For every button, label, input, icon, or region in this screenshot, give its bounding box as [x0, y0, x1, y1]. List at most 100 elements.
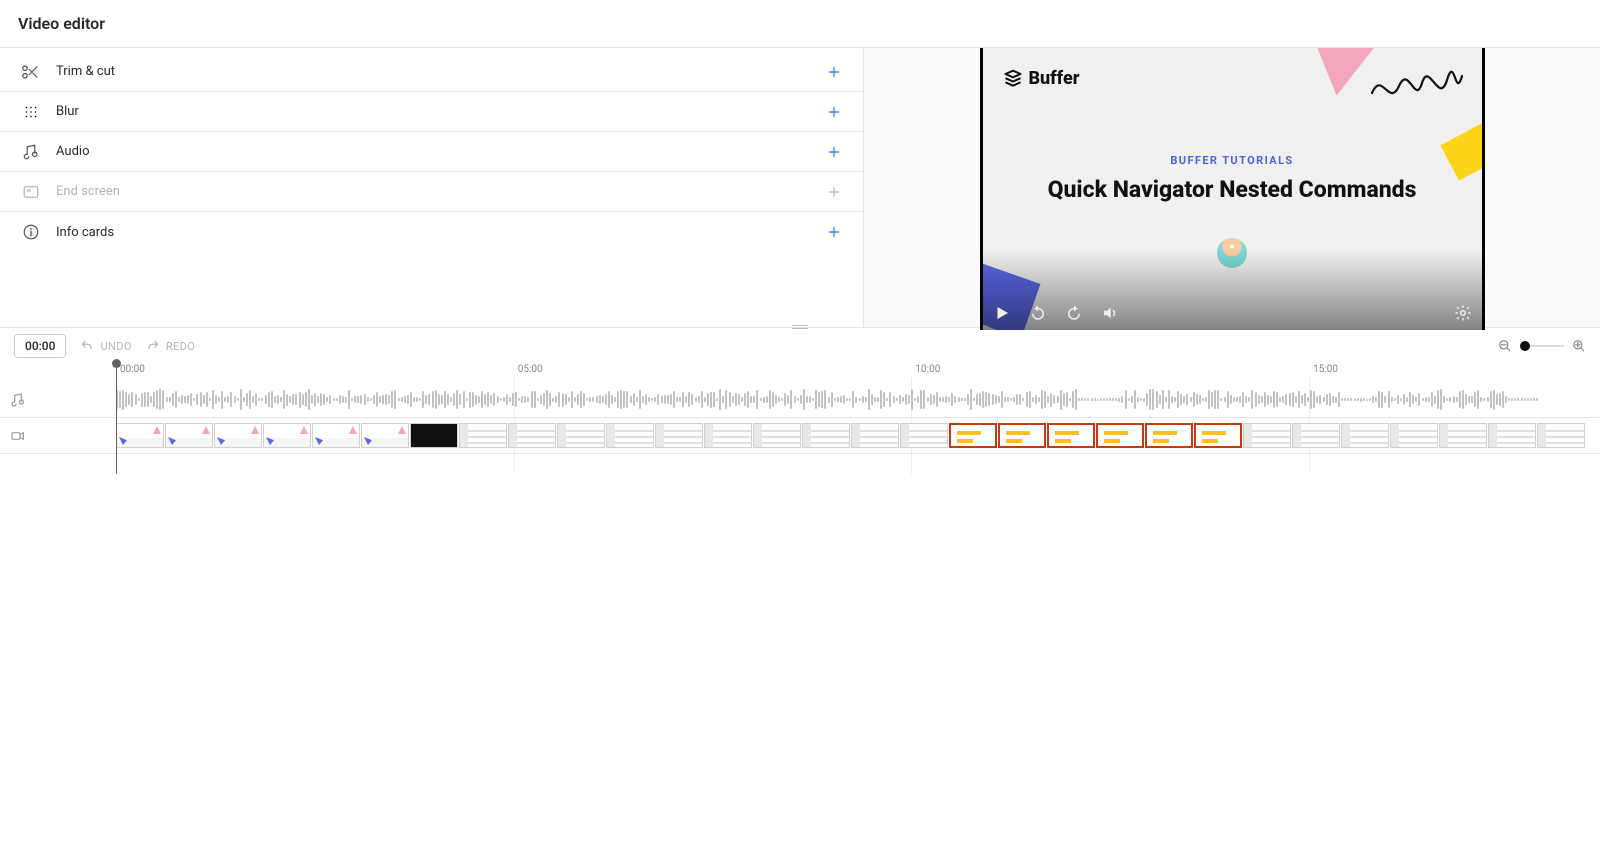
audio-track-icon-cell — [0, 392, 36, 408]
video-thumbnail[interactable] — [410, 423, 458, 448]
video-thumbnail[interactable] — [263, 423, 311, 448]
audio-track[interactable] — [0, 382, 1600, 418]
preview-frame: Buffer BUFFER TUTORIALS Quick Navigator … — [983, 48, 1482, 330]
rewind-10-icon[interactable] — [1029, 304, 1047, 322]
redo-icon — [146, 339, 160, 353]
video-thumbnail[interactable] — [214, 423, 262, 448]
forward-10-icon[interactable] — [1065, 304, 1083, 322]
blur-grid-icon — [22, 103, 40, 121]
tool-row-trim-cut[interactable]: Trim & cut — [0, 52, 863, 92]
preview-title: Quick Navigator Nested Commands — [983, 176, 1482, 203]
video-thumbnail[interactable] — [1341, 423, 1389, 448]
info-icon — [22, 223, 40, 241]
video-thumbnail[interactable] — [312, 423, 360, 448]
ruler-tick: 05:00 — [514, 364, 539, 375]
preview-controls — [993, 304, 1472, 322]
tool-row-info-cards[interactable]: Info cards — [0, 212, 863, 252]
tools-panel: Trim & cut Blur Audio End screen Info cards — [0, 48, 864, 327]
scribble-icon — [1367, 58, 1467, 128]
header: Video editor — [0, 0, 1600, 48]
add-trim-cut-button[interactable] — [825, 63, 843, 81]
video-track[interactable] — [0, 418, 1600, 454]
video-thumbnail[interactable] — [900, 423, 948, 448]
video-thumbnail[interactable] — [1488, 423, 1536, 448]
video-thumbnail[interactable] — [508, 423, 556, 448]
video-thumbnail[interactable] — [606, 423, 654, 448]
page-title: Video editor — [18, 14, 105, 33]
add-audio-button[interactable] — [825, 143, 843, 161]
video-thumbnail[interactable] — [949, 423, 997, 448]
ruler-tick-label: 15:00 — [1313, 364, 1338, 375]
add-info-cards-button[interactable] — [825, 223, 843, 241]
zoom-slider[interactable] — [1520, 345, 1564, 347]
video-thumbnail[interactable] — [802, 423, 850, 448]
video-preview[interactable]: Buffer BUFFER TUTORIALS Quick Navigator … — [980, 48, 1485, 330]
brand-name: Buffer — [1029, 68, 1080, 89]
tool-label: Trim & cut — [56, 64, 825, 79]
video-thumbnail[interactable] — [1537, 423, 1585, 448]
playhead[interactable] — [116, 364, 117, 474]
tool-label: End screen — [56, 184, 825, 199]
ruler-tick-label: 00:00 — [120, 364, 145, 375]
upper-panel: Trim & cutBlurAudioEnd screenInfo cards … — [0, 48, 1600, 328]
tool-row-end-screen[interactable]: End screen — [0, 172, 863, 212]
video-thumbnail[interactable] — [655, 423, 703, 448]
tool-row-blur[interactable]: Blur — [0, 92, 863, 132]
zoom-controls — [1498, 339, 1586, 353]
brand-logo: Buffer — [1003, 68, 1080, 89]
video-thumbnail[interactable] — [1145, 423, 1193, 448]
video-thumbnail[interactable] — [361, 423, 409, 448]
video-thumbnail[interactable] — [459, 423, 507, 448]
video-thumbnails — [116, 423, 1600, 448]
buffer-logo-icon — [1003, 69, 1023, 89]
end-screen-icon — [22, 183, 40, 201]
redo-button[interactable]: REDO — [146, 339, 195, 353]
tool-label: Info cards — [56, 225, 825, 240]
ruler-tick-label: 05:00 — [518, 364, 543, 375]
timeline-ruler[interactable]: 00:00 05:00 10:00 15:00 — [116, 364, 1600, 382]
video-thumbnail[interactable] — [1194, 423, 1242, 448]
video-thumbnail[interactable] — [998, 423, 1046, 448]
ruler-tick: 10:00 — [911, 364, 936, 375]
play-icon[interactable] — [993, 304, 1011, 322]
add-end-screen-button[interactable] — [825, 183, 843, 201]
ruler-tick: 15:00 — [1309, 364, 1334, 375]
preview-subtitle: BUFFER TUTORIALS — [983, 154, 1482, 167]
video-thumbnail[interactable] — [851, 423, 899, 448]
video-thumbnail[interactable] — [753, 423, 801, 448]
panel-resize-handle[interactable] — [788, 321, 812, 333]
video-thumbnail[interactable] — [1390, 423, 1438, 448]
video-thumbnail[interactable] — [116, 423, 164, 448]
settings-gear-icon[interactable] — [1454, 304, 1472, 322]
video-thumbnail[interactable] — [704, 423, 752, 448]
music-note-icon — [22, 143, 40, 161]
undo-button[interactable]: UNDO — [80, 339, 131, 353]
music-note-icon — [10, 392, 26, 408]
current-time-input[interactable]: 00:00 — [14, 334, 66, 358]
scissors-icon — [22, 63, 40, 81]
add-blur-button[interactable] — [825, 103, 843, 121]
video-thumbnail[interactable] — [1292, 423, 1340, 448]
redo-label: REDO — [166, 340, 195, 353]
timeline[interactable]: 00:00 05:00 10:00 15:00 — [0, 364, 1600, 454]
video-thumbnail[interactable] — [165, 423, 213, 448]
zoom-out-icon[interactable] — [1498, 339, 1512, 353]
tool-label: Audio — [56, 144, 825, 159]
undo-icon — [80, 339, 94, 353]
volume-icon[interactable] — [1101, 304, 1119, 322]
audio-waveform — [116, 382, 1600, 417]
tool-label: Blur — [56, 104, 825, 119]
ruler-tick-label: 10:00 — [915, 364, 940, 375]
video-camera-icon — [10, 428, 26, 444]
video-thumbnail[interactable] — [1243, 423, 1291, 448]
video-track-icon-cell — [0, 428, 36, 444]
undo-label: UNDO — [100, 340, 131, 353]
zoom-in-icon[interactable] — [1572, 339, 1586, 353]
video-thumbnail[interactable] — [1047, 423, 1095, 448]
video-thumbnail[interactable] — [557, 423, 605, 448]
video-thumbnail[interactable] — [1096, 423, 1144, 448]
tool-row-audio[interactable]: Audio — [0, 132, 863, 172]
timeline-toolbar: 00:00 UNDO REDO — [0, 328, 1600, 364]
video-thumbnail[interactable] — [1439, 423, 1487, 448]
zoom-slider-thumb[interactable] — [1520, 341, 1530, 351]
